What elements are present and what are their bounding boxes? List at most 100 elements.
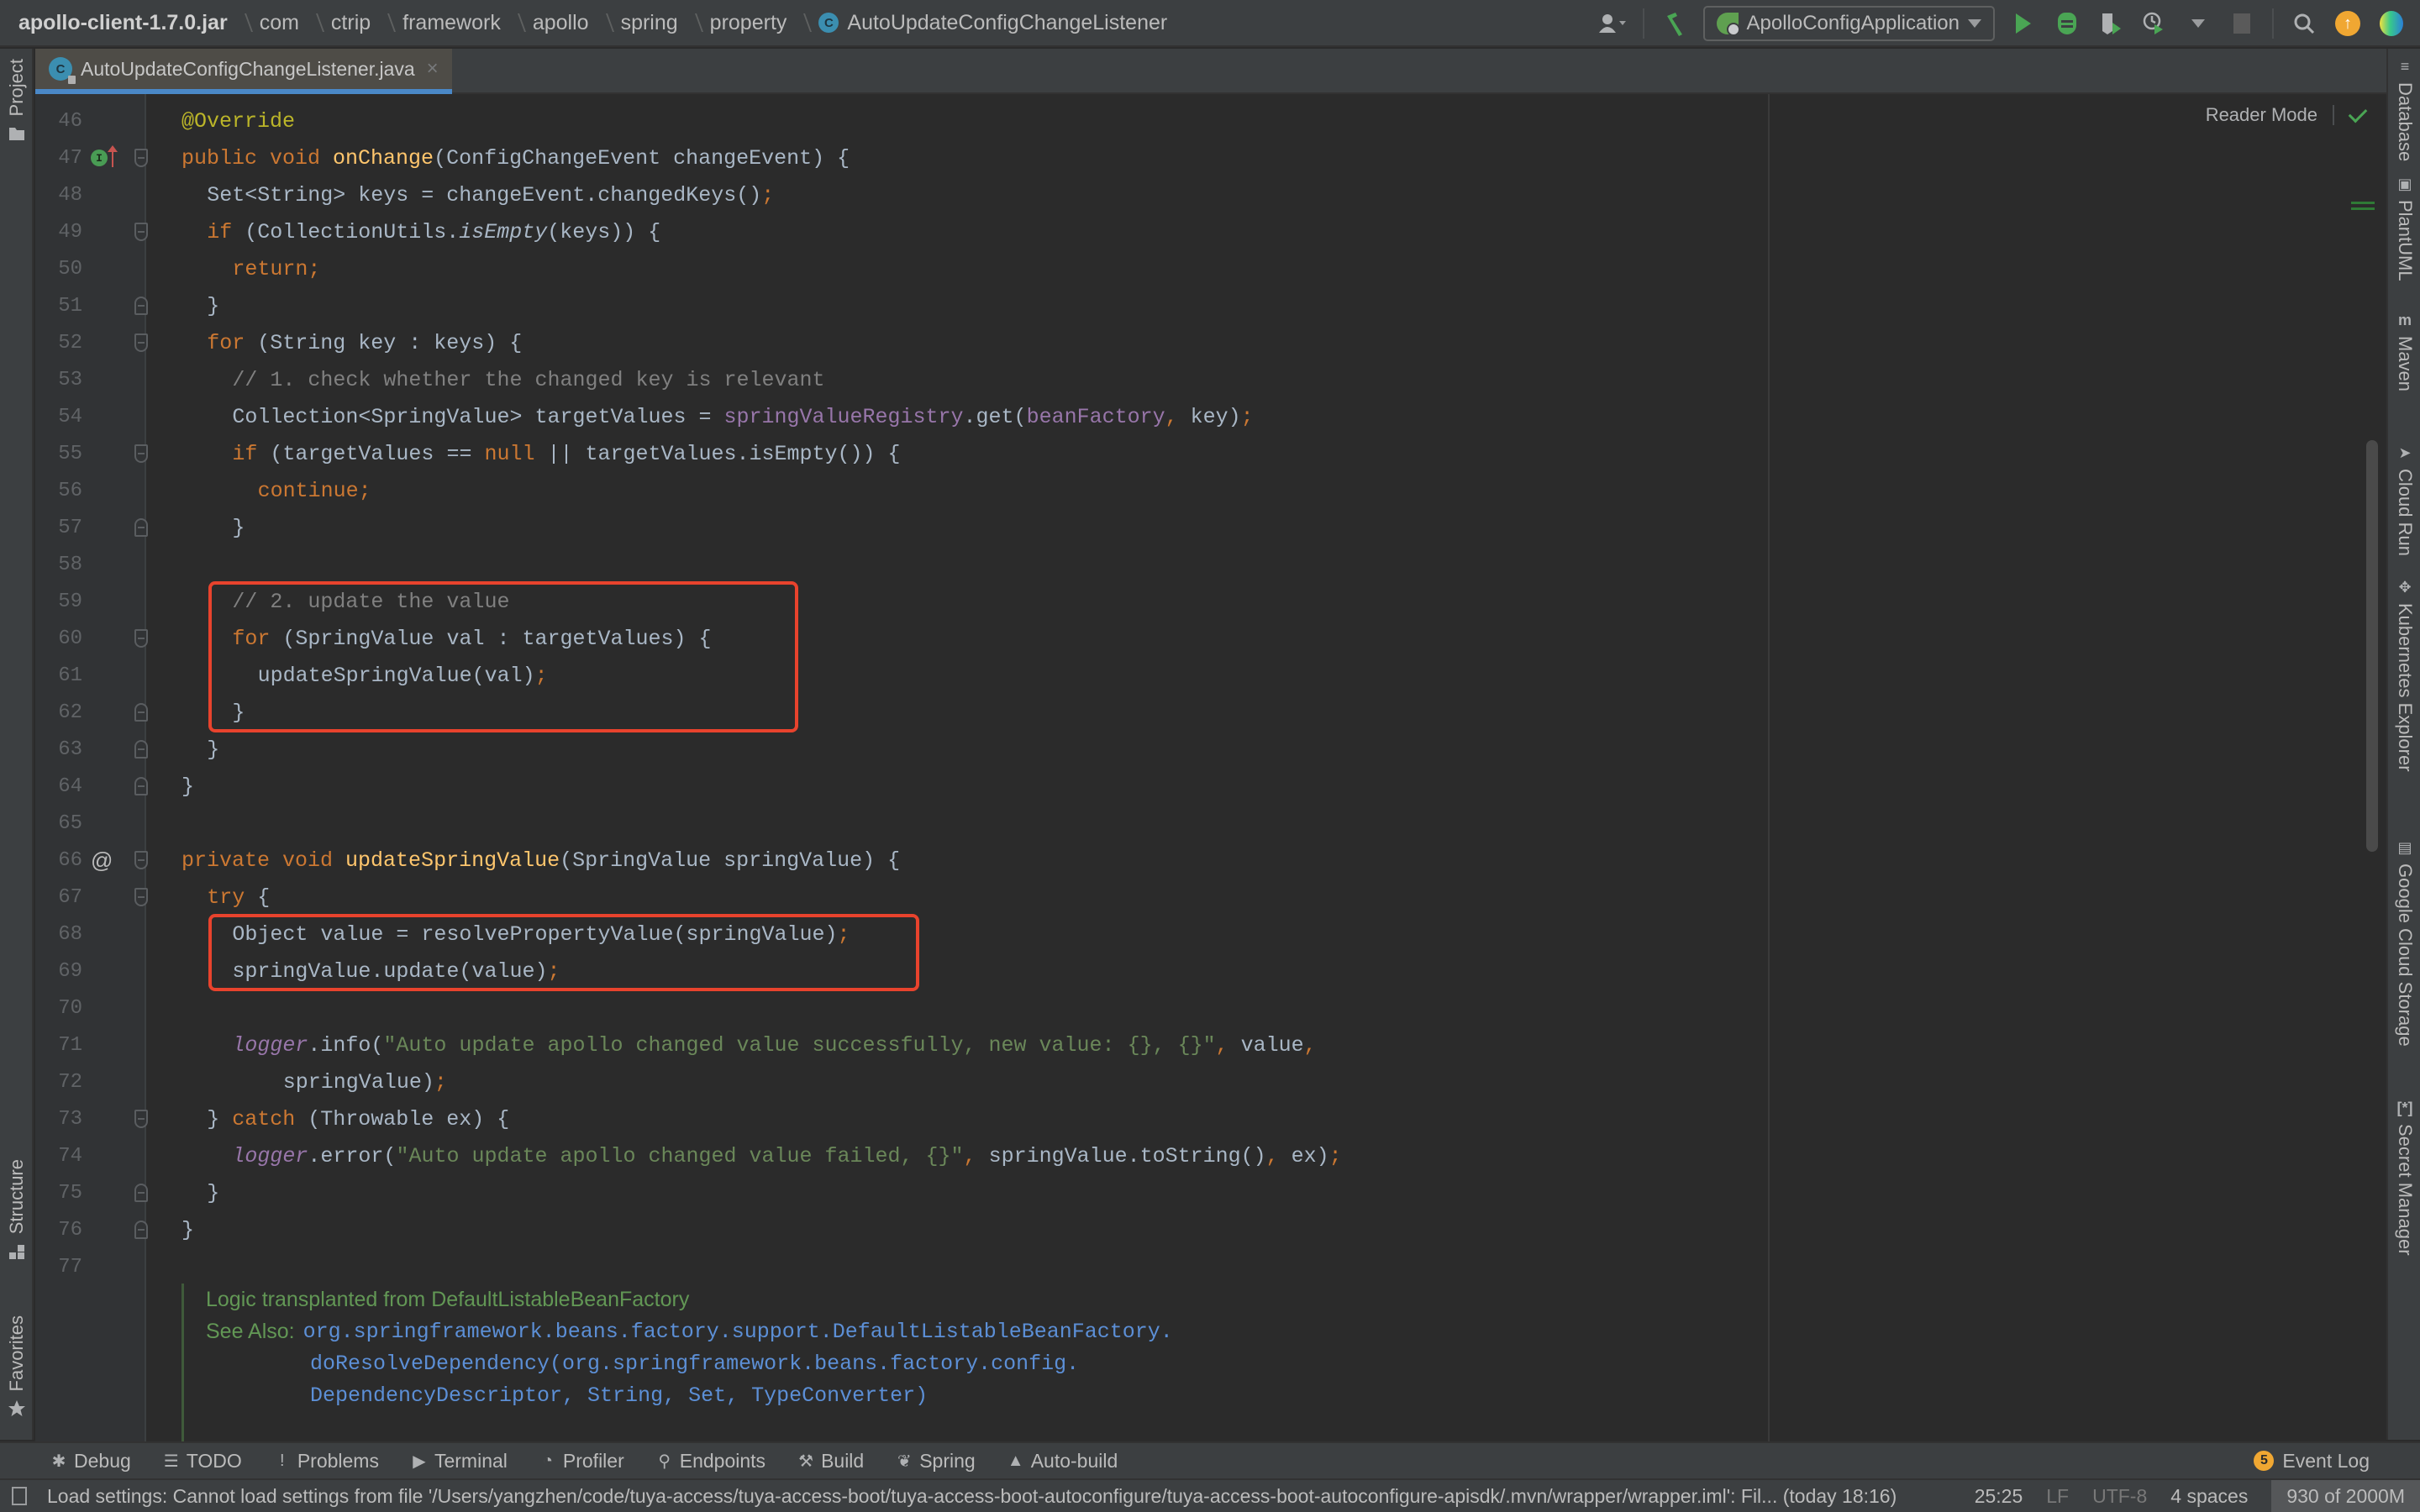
fold-collapse-icon[interactable] — [134, 851, 148, 869]
breadcrumb-item[interactable]: apollo-client-1.7.0.jar — [18, 11, 228, 35]
build-hammer-icon[interactable] — [1658, 7, 1691, 40]
tool-window-favorites[interactable]: Favorites — [0, 1315, 34, 1418]
close-icon[interactable]: × — [427, 57, 439, 81]
tool-window-structure[interactable]: Structure — [0, 1159, 34, 1261]
code-text[interactable]: public void onChange(ConfigChangeEvent c… — [182, 146, 850, 171]
line-number[interactable]: 56 — [35, 480, 82, 502]
line-number[interactable]: 68 — [35, 923, 82, 946]
line-number[interactable]: 55 — [35, 443, 82, 465]
vertical-scrollbar[interactable] — [2366, 440, 2378, 852]
doc-link[interactable]: org.springframework.beans.factory.suppor… — [303, 1320, 1173, 1344]
user-icon[interactable] — [1596, 7, 1629, 40]
line-number[interactable]: 54 — [35, 406, 82, 428]
tab-autoupdateconfigchangelistener[interactable]: C AutoUpdateConfigChangeListener.java × — [35, 49, 452, 94]
tool-window-profiler[interactable]: ◔ Profiler — [539, 1450, 624, 1473]
code-editor[interactable]: 46 @Override 47 Ipublic void onChange(Confi… — [35, 94, 2386, 1441]
fold-collapse-icon[interactable] — [134, 149, 148, 167]
code-text[interactable]: for (SpringValue val : targetValues) { — [232, 627, 711, 651]
code-text[interactable]: } — [207, 1181, 219, 1205]
tool-window-endpoints[interactable]: ⚲ Endpoints — [656, 1450, 765, 1473]
line-number[interactable]: 70 — [35, 997, 82, 1020]
doc-link[interactable]: doResolveDependency(org.springframework.… — [310, 1352, 1079, 1376]
tool-window-auto-build[interactable]: ▲ Auto-build — [1007, 1450, 1118, 1473]
run-configuration-selector[interactable]: ApolloConfigApplication — [1702, 6, 1995, 41]
code-text[interactable]: if (CollectionUtils.isEmpty(keys)) { — [207, 220, 660, 244]
tool-window-terminal[interactable]: ▶ Terminal — [411, 1450, 508, 1473]
search-button[interactable] — [2287, 7, 2321, 40]
tool-window-secret-manager[interactable]: [*] Secret Manager — [2388, 1099, 2420, 1256]
code-text[interactable]: Set<String> keys = changeEvent.changedKe… — [207, 183, 774, 207]
line-number[interactable]: 48 — [35, 184, 82, 207]
line-number[interactable]: 65 — [35, 812, 82, 835]
code-text[interactable]: @Override — [182, 109, 295, 134]
run-button[interactable] — [2007, 7, 2040, 40]
line-number[interactable]: 72 — [35, 1071, 82, 1094]
line-number[interactable]: 50 — [35, 258, 82, 281]
toggle-tool-windows-icon[interactable] — [12, 1487, 27, 1505]
breadcrumb-item[interactable]: framework — [402, 11, 501, 35]
fold-collapse-icon[interactable] — [134, 333, 148, 352]
breadcrumb-item[interactable]: property — [710, 11, 787, 35]
fold-collapse-icon[interactable] — [134, 223, 148, 241]
code-text[interactable]: // 1. check whether the changed key is r… — [232, 368, 824, 392]
code-text[interactable]: Collection<SpringValue> targetValues = s… — [232, 405, 1253, 429]
caret-position[interactable]: 25:25 — [1975, 1485, 2023, 1508]
profile-button[interactable] — [2138, 7, 2171, 40]
code-text[interactable]: springValue); — [283, 1070, 447, 1095]
code-text[interactable]: // 2. update the value — [232, 590, 509, 614]
breadcrumb-item[interactable]: com — [260, 11, 299, 35]
line-number[interactable]: 57 — [35, 517, 82, 539]
fold-collapse-icon[interactable] — [134, 629, 148, 648]
breadcrumb-item[interactable]: C AutoUpdateConfigChangeListener — [818, 11, 1167, 35]
stop-button[interactable] — [2225, 7, 2259, 40]
tool-window-build[interactable]: ⚒ Build — [797, 1450, 864, 1473]
doc-link[interactable]: DependencyDescriptor, String, Set, TypeC… — [310, 1383, 928, 1408]
reader-mode-button[interactable]: Reader Mode — [2206, 104, 2317, 126]
debug-button[interactable] — [2050, 7, 2084, 40]
line-number[interactable]: 63 — [35, 738, 82, 761]
update-button[interactable]: ↑ — [2331, 7, 2365, 40]
tool-window-maven[interactable]: m Maven — [2388, 311, 2420, 392]
code-text[interactable]: Object value = resolvePropertyValue(spri… — [232, 922, 850, 947]
line-number[interactable]: 66 — [35, 849, 82, 872]
event-log-button[interactable]: 5 Event Log — [2254, 1443, 2370, 1478]
fold-end-icon[interactable] — [134, 703, 148, 722]
fold-end-icon[interactable] — [134, 1221, 148, 1239]
line-number[interactable]: 61 — [35, 664, 82, 687]
code-text[interactable]: springValue.update(value); — [232, 959, 560, 984]
fold-end-icon[interactable] — [134, 518, 148, 537]
code-text[interactable]: } — [232, 516, 245, 540]
line-number[interactable]: 73 — [35, 1108, 82, 1131]
code-text[interactable]: } catch (Throwable ex) { — [207, 1107, 509, 1131]
file-encoding[interactable]: UTF-8 — [2092, 1485, 2147, 1508]
line-number[interactable]: 62 — [35, 701, 82, 724]
line-number[interactable]: 60 — [35, 627, 82, 650]
breadcrumb-item[interactable]: apollo — [533, 11, 589, 35]
coverage-button[interactable] — [2094, 7, 2128, 40]
line-number[interactable]: 77 — [35, 1256, 82, 1278]
indent-setting[interactable]: 4 spaces — [2170, 1485, 2248, 1508]
line-number[interactable]: 58 — [35, 554, 82, 576]
code-text[interactable]: private void updateSpringValue(SpringVal… — [182, 848, 900, 873]
tool-window-cloud-run[interactable]: ➤ Cloud Run — [2388, 444, 2420, 556]
code-text[interactable]: logger.error("Auto update apollo changed… — [232, 1144, 1341, 1168]
code-text[interactable]: } — [207, 738, 219, 762]
line-number[interactable]: 64 — [35, 775, 82, 798]
fold-end-icon[interactable] — [134, 1184, 148, 1202]
fold-collapse-icon[interactable] — [134, 1110, 148, 1128]
fold-end-icon[interactable] — [134, 777, 148, 795]
tool-window-plantuml[interactable]: ▣ PlantUML — [2388, 175, 2420, 281]
code-text[interactable]: try { — [207, 885, 270, 910]
code-text[interactable]: if (targetValues == null || targetValues… — [232, 442, 900, 466]
fold-collapse-icon[interactable] — [134, 444, 148, 463]
code-text[interactable]: return; — [232, 257, 320, 281]
line-number[interactable]: 51 — [35, 295, 82, 318]
code-text[interactable]: continue; — [258, 479, 371, 503]
line-number[interactable]: 53 — [35, 369, 82, 391]
annotation-marker-icon[interactable]: @ — [91, 848, 124, 874]
line-number[interactable]: 71 — [35, 1034, 82, 1057]
tool-window-problems[interactable]: ! Problems — [274, 1450, 379, 1473]
tool-window-project[interactable]: Project — [0, 59, 34, 143]
inspection-ok-icon[interactable] — [2348, 103, 2368, 123]
line-number[interactable]: 59 — [35, 591, 82, 613]
